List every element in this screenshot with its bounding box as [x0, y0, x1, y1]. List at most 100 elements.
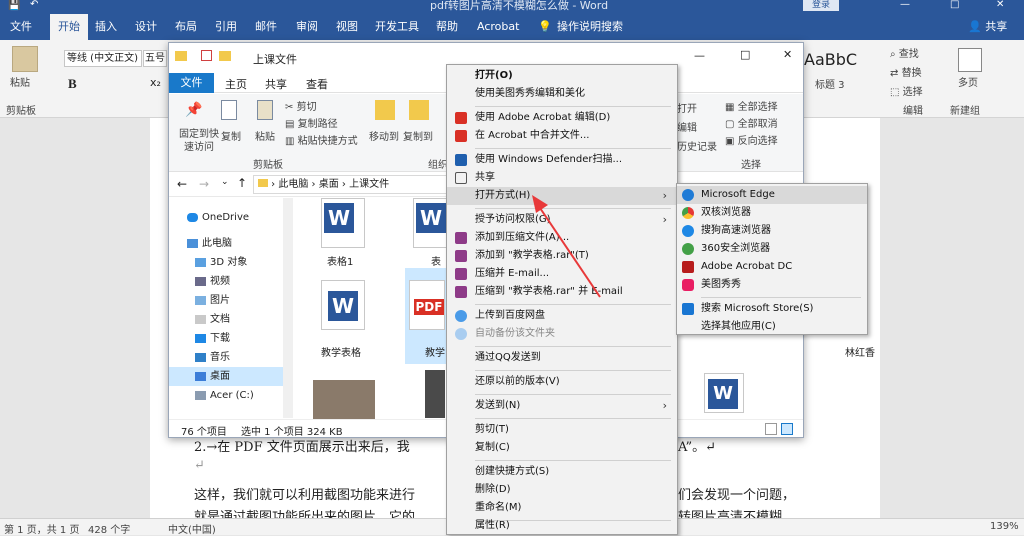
file-label[interactable]: 林红香	[845, 344, 875, 359]
style-sample[interactable]: AaBbC	[804, 50, 857, 69]
font-name-field[interactable]: 等线 (中文正文)	[64, 50, 142, 67]
pin-quick-access[interactable]: 固定到快速访问	[175, 128, 223, 154]
tab-design[interactable]: 设计	[135, 14, 157, 40]
bold-icon[interactable]: B	[68, 76, 77, 92]
up-icon[interactable]: ↑	[237, 176, 247, 190]
back-icon[interactable]: ←	[177, 177, 187, 191]
tab-help[interactable]: 帮助	[436, 14, 458, 40]
breadcrumb-current[interactable]: 上课文件	[349, 179, 389, 190]
maximize-icon[interactable]: □	[950, 0, 959, 10]
file-label[interactable]: 表	[431, 253, 441, 268]
file-label[interactable]: 表格1	[327, 253, 353, 268]
tab-home[interactable]: 开始	[50, 14, 88, 40]
file-icon-pdf[interactable]: PDF	[409, 280, 445, 330]
minimize-icon[interactable]: —	[900, 0, 910, 10]
copy-icon[interactable]	[221, 100, 237, 120]
page-count[interactable]: 第 1 页，共 1 页	[4, 521, 79, 536]
menu-item-baidu-upload[interactable]: 上传到百度网盘	[447, 307, 677, 325]
sidebar-item-music[interactable]: 音乐	[169, 348, 287, 367]
image-thumbnail[interactable]	[425, 370, 445, 418]
submenu-item-360-browser[interactable]: 360安全浏览器	[677, 240, 867, 258]
properties-icon[interactable]	[201, 50, 212, 61]
paste-label[interactable]: 粘贴	[10, 74, 30, 89]
tab-developer[interactable]: 开发工具	[375, 14, 419, 40]
menu-item-acrobat-merge[interactable]: 在 Acrobat 中合并文件...	[447, 127, 677, 145]
paste-shortcut-button[interactable]: ▥ 粘贴快捷方式	[285, 132, 358, 147]
sidebar-item-desktop[interactable]: 桌面	[169, 367, 287, 386]
recent-icon[interactable]: ⌄	[221, 177, 229, 187]
new-folder-icon[interactable]	[219, 51, 231, 61]
tell-me-search[interactable]: 操作说明搜索	[557, 14, 623, 40]
maximize-icon[interactable]: □	[740, 48, 750, 61]
tab-insert[interactable]: 插入	[95, 14, 117, 40]
move-to-button[interactable]: 移动到	[369, 128, 399, 143]
sidebar-item-videos[interactable]: 视频	[169, 272, 287, 291]
submenu-item-dual-core-browser[interactable]: 双核浏览器	[677, 204, 867, 222]
subscript-icon[interactable]: x₂	[150, 76, 161, 89]
breadcrumb-this-pc[interactable]: 此电脑	[278, 179, 308, 190]
file-label[interactable]: 教学	[425, 344, 445, 359]
move-to-icon[interactable]	[375, 100, 395, 120]
edit-button[interactable]: 编辑	[677, 119, 697, 134]
file-icon-word[interactable]: W	[704, 373, 744, 413]
menu-item-cut[interactable]: 剪切(T)	[447, 421, 677, 439]
menu-item-send-to[interactable]: 发送到(N) ›	[447, 397, 677, 415]
tab-file[interactable]: 文件	[169, 73, 214, 93]
sidebar-item-pictures[interactable]: 图片	[169, 291, 287, 310]
copy-to-icon[interactable]	[409, 100, 429, 120]
tab-file[interactable]: 文件	[10, 14, 32, 40]
zoom-level[interactable]: 139%	[990, 521, 1019, 532]
menu-item-rename[interactable]: 重命名(M)	[447, 499, 677, 517]
word-count[interactable]: 428 个字	[88, 521, 130, 536]
multipage-label[interactable]: 多页	[958, 74, 978, 89]
menu-item-create-shortcut[interactable]: 创建快捷方式(S)	[447, 463, 677, 481]
tab-mailings[interactable]: 邮件	[255, 14, 277, 40]
submenu-item-acrobat-dc[interactable]: Adobe Acrobat DC	[677, 258, 867, 276]
sidebar-item-onedrive[interactable]: OneDrive	[169, 208, 287, 227]
replace-button[interactable]: ⇄ 替换	[890, 64, 922, 79]
sidebar-item-documents[interactable]: 文档	[169, 310, 287, 329]
find-button[interactable]: ⌕ 查找	[890, 45, 919, 60]
undo-icon[interactable]: ↶	[30, 0, 38, 10]
submenu-item-store-search[interactable]: 搜索 Microsoft Store(S)	[677, 300, 867, 318]
language[interactable]: 中文(中国)	[168, 521, 216, 536]
minimize-icon[interactable]: —	[694, 49, 705, 62]
tab-review[interactable]: 审阅	[296, 14, 318, 40]
submenu-item-edge[interactable]: Microsoft Edge	[677, 186, 867, 204]
menu-item-delete[interactable]: 删除(D)	[447, 481, 677, 499]
invert-selection-button[interactable]: ▣ 反向选择	[725, 132, 778, 147]
file-icon-word[interactable]: W	[321, 198, 365, 248]
history-button[interactable]: 历史记录	[677, 138, 717, 153]
sidebar-item-3d[interactable]: 3D 对象	[169, 253, 287, 272]
menu-item-open[interactable]: 打开(O)	[447, 67, 677, 85]
file-icon-word[interactable]: W	[321, 280, 365, 330]
large-icons-view-icon[interactable]	[781, 423, 793, 435]
menu-item-properties[interactable]: 属性(R)	[447, 517, 677, 535]
breadcrumb-desktop[interactable]: 桌面	[319, 179, 339, 190]
copy-button[interactable]: 复制	[221, 128, 241, 143]
details-view-icon[interactable]	[765, 423, 777, 435]
submenu-item-meitu[interactable]: 美图秀秀	[677, 276, 867, 294]
address-bar[interactable]: › 此电脑 › 桌面 › 上课文件	[253, 175, 447, 194]
forward-icon[interactable]: →	[199, 177, 209, 191]
tab-references[interactable]: 引用	[215, 14, 237, 40]
copy-path-button[interactable]: ▤ 复制路径	[285, 115, 338, 130]
submenu-item-choose-app[interactable]: 选择其他应用(C)	[677, 318, 867, 336]
menu-item-send-qq[interactable]: 通过QQ发送到	[447, 349, 677, 367]
menu-item-auto-backup[interactable]: 自动备份该文件夹	[447, 325, 677, 343]
tab-view[interactable]: 视图	[336, 14, 358, 40]
image-thumbnail[interactable]	[313, 380, 375, 420]
select-none-button[interactable]: ▢ 全部取消	[725, 115, 778, 130]
select-all-button[interactable]: ▦ 全部选择	[725, 98, 778, 113]
tab-view[interactable]: 查看	[306, 76, 328, 92]
paste-button[interactable]: 粘贴	[255, 128, 275, 143]
paste-icon[interactable]	[12, 46, 38, 72]
menu-item-acrobat-edit[interactable]: 使用 Adobe Acrobat 编辑(D)	[447, 109, 677, 127]
tab-layout[interactable]: 布局	[175, 14, 197, 40]
menu-item-restore-versions[interactable]: 还原以前的版本(V)	[447, 373, 677, 391]
paste-icon[interactable]	[257, 100, 273, 120]
menu-item-meitu-edit[interactable]: 使用美图秀秀编辑和美化	[447, 85, 677, 103]
share-button[interactable]: 👤 共享	[968, 14, 1007, 40]
save-icon[interactable]: 💾	[8, 0, 20, 11]
menu-item-defender-scan[interactable]: 使用 Windows Defender扫描...	[447, 151, 677, 169]
